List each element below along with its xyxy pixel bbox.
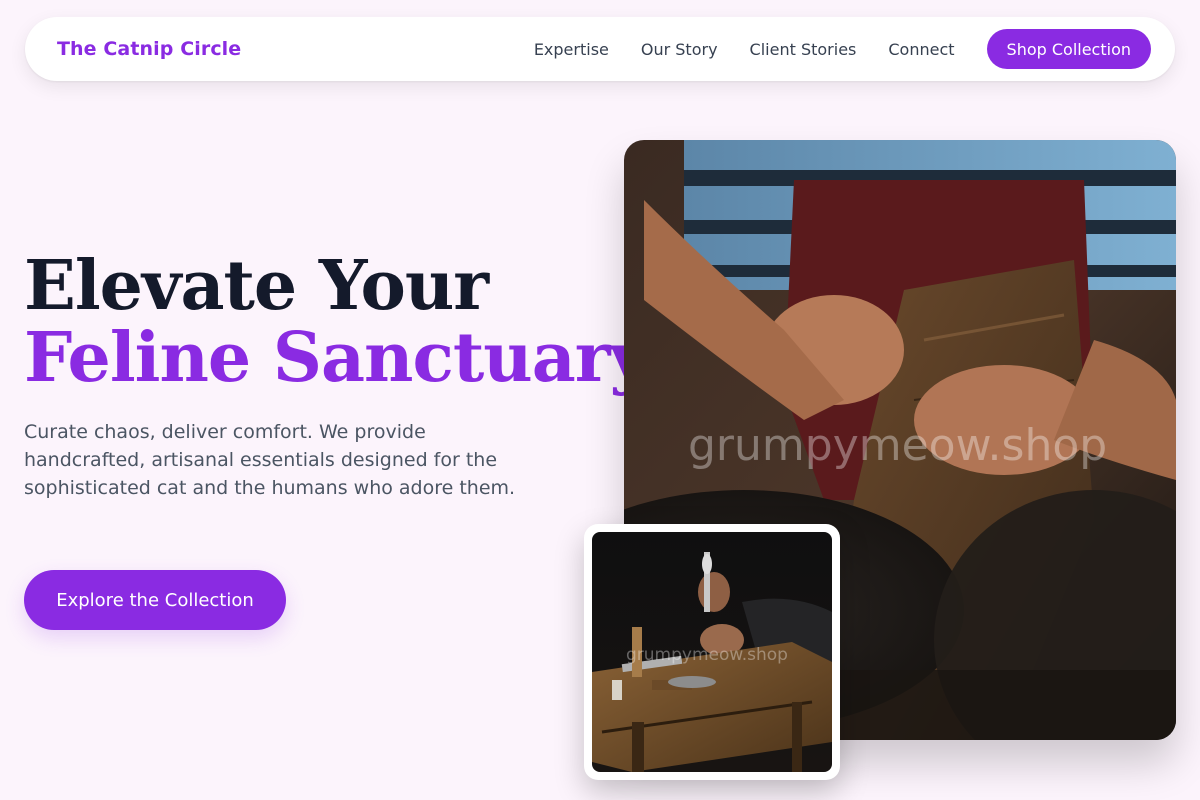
workbench-tools-photo: grumpymeow.shop (592, 532, 832, 772)
hero-title-line2: Feline Sanctuary (24, 318, 649, 398)
brand-logo[interactable]: The Catnip Circle (57, 38, 241, 60)
main-photo-watermark: grumpymeow.shop (688, 420, 1107, 471)
secondary-photo-watermark: grumpymeow.shop (626, 645, 788, 665)
nav-link-expertise[interactable]: Expertise (534, 40, 609, 59)
hero-subtitle: Curate chaos, deliver comfort. We provid… (24, 421, 516, 499)
nav-links: Expertise Our Story Client Stories Conne… (534, 29, 1151, 69)
hero-title: Elevate Your Feline Sanctuary (24, 246, 649, 398)
nav-link-connect[interactable]: Connect (888, 40, 954, 59)
hero-title-line1: Elevate Your (24, 246, 489, 326)
shop-collection-button[interactable]: Shop Collection (986, 29, 1151, 69)
nav-link-client-stories[interactable]: Client Stories (750, 40, 857, 59)
secondary-photo-card: grumpymeow.shop (584, 524, 840, 780)
nav-link-our-story[interactable]: Our Story (641, 40, 718, 59)
explore-collection-button[interactable]: Explore the Collection (24, 570, 286, 630)
top-navbar: The Catnip Circle Expertise Our Story Cl… (25, 17, 1175, 81)
